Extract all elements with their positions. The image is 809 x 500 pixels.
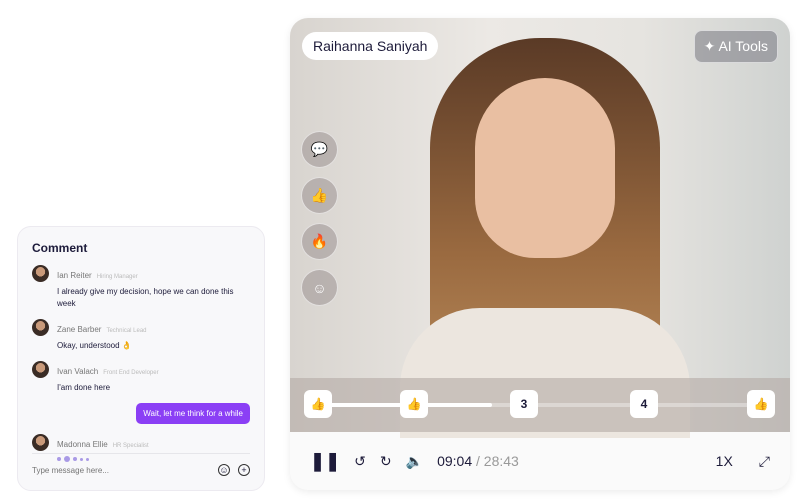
my-message-bubble: Wait, let me think for a while [136, 403, 250, 424]
progress-bar[interactable] [320, 403, 760, 407]
timeline-marker[interactable]: 👍 [304, 390, 332, 418]
pause-icon[interactable]: ❚❚ [310, 451, 340, 472]
fullscreen-icon[interactable]: ⤢ [759, 453, 770, 470]
timeline-marker[interactable]: 👍 [400, 390, 428, 418]
avatar [32, 265, 49, 282]
add-icon[interactable]: + [238, 464, 250, 476]
message-input[interactable] [32, 465, 210, 475]
author-role: Hiring Manager [96, 274, 138, 280]
timeline-marker[interactable]: 👍 [747, 390, 775, 418]
author-role: Technical Lead [106, 328, 147, 334]
ai-tools-button[interactable]: ✦ AI Tools [693, 30, 778, 63]
author-name: Madonna Ellie [57, 440, 108, 449]
emoji-icon[interactable]: ☺ [218, 464, 230, 476]
comment-title: Comment [32, 241, 88, 255]
video-player: Raihanna Saniyah ✦ AI Tools 💬 👍 🔥 ☺ 👍 👍 … [290, 18, 790, 490]
comment-item: Ivan Valach Front End Developer I'am done… [32, 361, 250, 394]
avatar [32, 361, 49, 378]
comment-text: I already give my decision, hope we can … [57, 287, 234, 308]
participant-name: Raihanna Saniyah [302, 32, 439, 60]
message-input-row: ☺ + [32, 453, 250, 476]
author-role: HR Specialist [112, 443, 149, 449]
timeline-marker[interactable]: 3 [510, 390, 538, 418]
thumbs-up-icon[interactable]: 👍 [301, 177, 338, 214]
avatar [32, 434, 49, 451]
add-reaction-icon[interactable]: ☺ [301, 269, 338, 306]
author-name: Ivan Valach [57, 367, 99, 376]
video-frame[interactable]: Raihanna Saniyah ✦ AI Tools 💬 👍 🔥 ☺ 👍 👍 … [290, 18, 790, 438]
total-time: / 28:43 [476, 453, 519, 469]
author-role: Front End Developer [103, 370, 159, 376]
comment-panel: Comment Ian Reiter Hiring Manager I alrea… [17, 226, 265, 491]
comment-text: Okay, understood 👌 [57, 341, 132, 350]
author-name: Zane Barber [57, 325, 102, 334]
timeline: 👍 👍 3 4 👍 [290, 378, 790, 432]
forward-10-icon[interactable]: ↻ [380, 453, 392, 470]
playback-speed[interactable]: 1X [716, 453, 733, 469]
avatar [32, 319, 49, 336]
comment-text: I'am done here [57, 383, 111, 392]
fire-icon[interactable]: 🔥 [301, 223, 338, 260]
rewind-10-icon[interactable]: ↺ [354, 453, 366, 470]
reaction-bar: 💬 👍 🔥 ☺ [301, 131, 338, 306]
volume-icon[interactable]: 🔈 [406, 453, 423, 470]
current-time: 09:04 [437, 453, 473, 469]
player-controls: ❚❚ ↺ ↻ 🔈 09:04 / 28:43 1X ⤢ [290, 432, 790, 490]
timeline-marker[interactable]: 4 [630, 390, 658, 418]
comment-item: Zane Barber Technical Lead Okay, understo… [32, 319, 250, 352]
comment-icon[interactable]: 💬 [301, 131, 338, 168]
author-name: Ian Reiter [57, 271, 92, 280]
comment-item: Ian Reiter Hiring Manager I already give … [32, 265, 250, 310]
